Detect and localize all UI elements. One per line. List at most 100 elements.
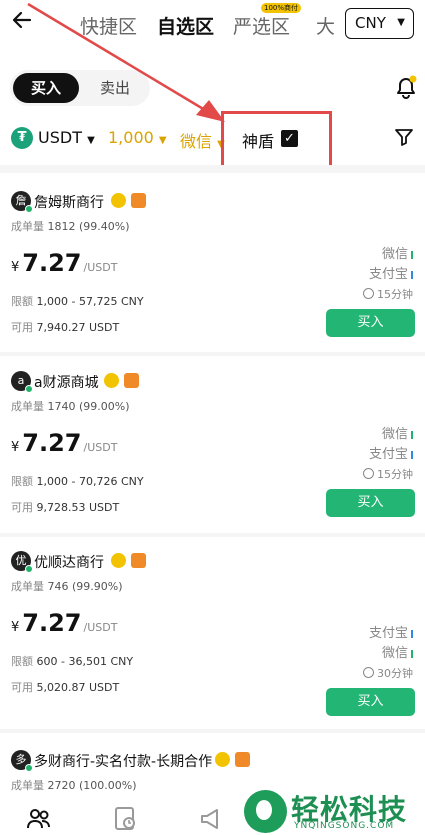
verified-badge-icon bbox=[111, 193, 126, 208]
payment-method: 微信 bbox=[382, 423, 413, 442]
tab-custom[interactable]: 自选区 bbox=[157, 12, 214, 39]
order-stats-label: 成单量 bbox=[11, 400, 44, 413]
tab-badge: 100%商付 bbox=[261, 3, 302, 13]
watermark-logo: 轻松科技 YNQINGSONG.COM bbox=[244, 788, 425, 835]
price-row: ¥7.27/USDT bbox=[11, 609, 117, 637]
price-value: 7.27 bbox=[22, 249, 82, 277]
limit-label: 限额 bbox=[11, 655, 33, 668]
payment-time-value: 15分钟 bbox=[377, 468, 413, 481]
section-divider bbox=[0, 165, 425, 173]
payment-time: 15分钟 bbox=[363, 466, 413, 482]
verified-badge-icon bbox=[215, 752, 230, 767]
card-divider bbox=[0, 729, 425, 733]
avatar: 詹 bbox=[11, 191, 33, 213]
avatar-initial: 优 bbox=[15, 554, 27, 567]
orders-icon[interactable] bbox=[113, 806, 139, 832]
buy-tab[interactable]: 买入 bbox=[13, 73, 79, 103]
limit-value: 600 - 36,501 CNY bbox=[36, 655, 134, 668]
merchant-name[interactable]: 詹姆斯商行 bbox=[34, 192, 104, 212]
avatar: 多 bbox=[11, 750, 33, 772]
order-stats-label: 成单量 bbox=[11, 580, 44, 593]
currency-select[interactable]: CNY ▼ bbox=[345, 8, 414, 39]
order-stats-label: 成单量 bbox=[11, 779, 44, 792]
buy-button[interactable]: 买入 bbox=[326, 688, 415, 716]
merchant-name[interactable]: 多财商行-实名付款-长期合作 bbox=[34, 751, 212, 771]
currency-value: CNY bbox=[355, 14, 386, 32]
payment-method: 支付宝 bbox=[369, 622, 413, 641]
buy-button[interactable]: 买入 bbox=[326, 309, 415, 337]
order-stats-value: 2720 (100.00%) bbox=[47, 779, 137, 792]
payment-time: 30分钟 bbox=[363, 665, 413, 681]
coin-filter-label: USDT bbox=[38, 128, 82, 147]
order-stats-value: 1740 (99.00%) bbox=[47, 400, 130, 413]
price-row: ¥7.27/USDT bbox=[11, 429, 117, 457]
bell-icon[interactable] bbox=[394, 74, 418, 100]
caret-down-icon: ▼ bbox=[158, 135, 167, 146]
payment-method: 支付宝 bbox=[369, 263, 413, 282]
shield-checkbox[interactable]: ✓ bbox=[281, 130, 298, 147]
available-value: 9,728.53 USDT bbox=[36, 501, 120, 514]
filter-funnel-icon[interactable] bbox=[394, 127, 414, 147]
payment-method: 微信 bbox=[382, 642, 413, 661]
currency-symbol: ¥ bbox=[11, 620, 20, 635]
watermark-leaf-icon bbox=[244, 790, 287, 833]
clock-icon bbox=[363, 667, 374, 678]
amount-filter[interactable]: 1,000 ▼ bbox=[108, 128, 167, 147]
verified-badge-icon bbox=[104, 373, 119, 388]
trade-toggle: 买入 卖出 bbox=[10, 70, 150, 106]
order-stats-value: 1812 (99.40%) bbox=[47, 220, 130, 233]
merchant-card: 优 优顺达商行 成单量 746 (99.90%) ¥7.27/USDT 限额 6… bbox=[0, 551, 425, 716]
price-unit: /USDT bbox=[83, 621, 118, 634]
price-unit: /USDT bbox=[83, 261, 118, 274]
available-value: 5,020.87 USDT bbox=[36, 681, 120, 694]
order-stats-value: 746 (99.90%) bbox=[47, 580, 123, 593]
available-row: 可用 7,940.27 USDT bbox=[11, 319, 119, 335]
order-stats: 成单量 746 (99.90%) bbox=[11, 578, 123, 594]
available-label: 可用 bbox=[11, 501, 33, 514]
usdt-icon: ₮ bbox=[11, 127, 33, 149]
limit-value: 1,000 - 57,725 CNY bbox=[36, 295, 144, 308]
filter-row: ₮ USDT ▼ 1,000 ▼ 微信 ▼ bbox=[0, 124, 425, 156]
avatar-initial: a bbox=[17, 374, 25, 387]
available-label: 可用 bbox=[11, 681, 33, 694]
limit-label: 限额 bbox=[11, 295, 33, 308]
top-nav: 快捷区 自选区 严选区 100%商付 大 CNY ▼ bbox=[0, 0, 425, 50]
shield-badge-icon bbox=[131, 553, 146, 568]
payment-method: 微信 bbox=[382, 243, 413, 262]
avatar-initial: 詹 bbox=[15, 194, 27, 207]
payment-filter-label: 微信 bbox=[180, 132, 213, 151]
order-stats-label: 成单量 bbox=[11, 220, 44, 233]
currency-symbol: ¥ bbox=[11, 260, 20, 275]
shield-filter-label: 神盾 bbox=[242, 132, 275, 151]
available-value: 7,940.27 USDT bbox=[36, 321, 120, 334]
tab-selected-label: 严选区 bbox=[233, 16, 291, 38]
card-divider bbox=[0, 533, 425, 537]
sell-tab[interactable]: 卖出 bbox=[82, 73, 148, 103]
caret-down-icon: ▼ bbox=[87, 135, 95, 146]
tab-quick[interactable]: 快捷区 bbox=[80, 12, 137, 39]
back-arrow-icon[interactable] bbox=[10, 8, 38, 36]
watermark-subtitle: YNQINGSONG.COM bbox=[294, 821, 395, 831]
merchant-name[interactable]: 优顺达商行 bbox=[34, 552, 104, 572]
amount-filter-label: 1,000 bbox=[108, 128, 154, 147]
payment-filter[interactable]: 微信 ▼ bbox=[180, 128, 225, 152]
avatar-initial: 多 bbox=[15, 753, 27, 766]
shield-badge-icon bbox=[131, 193, 146, 208]
payment-time: 15分钟 bbox=[363, 286, 413, 302]
clock-icon bbox=[363, 468, 374, 479]
coin-filter[interactable]: USDT ▼ bbox=[38, 128, 95, 147]
tab-selected[interactable]: 严选区 100%商付 bbox=[233, 3, 302, 39]
users-icon[interactable] bbox=[26, 806, 52, 832]
card-divider bbox=[0, 352, 425, 356]
limit-row: 限额 1,000 - 70,726 CNY bbox=[11, 473, 144, 489]
annotation-highlight-box bbox=[221, 111, 332, 169]
merchant-name[interactable]: a财源商城 bbox=[34, 372, 99, 392]
tab-large[interactable]: 大 bbox=[316, 12, 335, 39]
payment-method: 支付宝 bbox=[369, 443, 413, 462]
announcement-icon[interactable] bbox=[199, 806, 225, 832]
currency-symbol: ¥ bbox=[11, 440, 20, 455]
buy-button[interactable]: 买入 bbox=[326, 489, 415, 517]
merchant-card: a a财源商城 成单量 1740 (99.00%) ¥7.27/USDT 限额 … bbox=[0, 371, 425, 531]
limit-row: 限额 1,000 - 57,725 CNY bbox=[11, 293, 144, 309]
price-row: ¥7.27/USDT bbox=[11, 249, 117, 277]
